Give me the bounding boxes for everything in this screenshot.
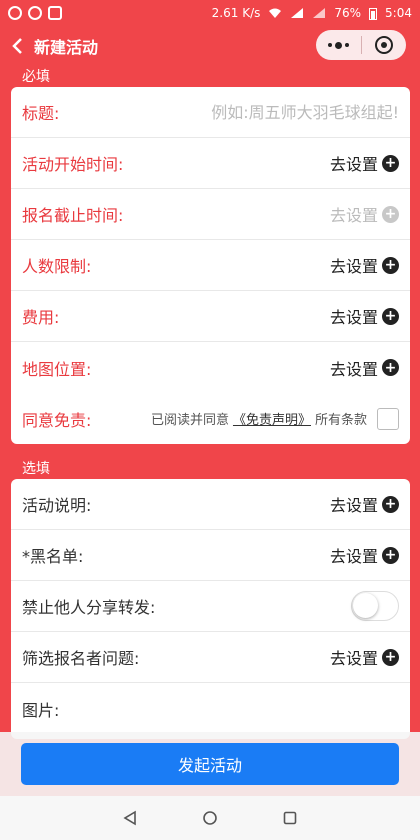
share-row: 禁止他人分享转发: bbox=[11, 581, 410, 632]
title-label: 标题: bbox=[22, 104, 60, 123]
submit-button[interactable]: 发起活动 bbox=[21, 743, 399, 785]
required-row[interactable]: 费用: 去设置 + bbox=[11, 291, 410, 342]
filter-set-button[interactable]: 去设置 + bbox=[330, 645, 399, 669]
set-button[interactable]: 去设置 + bbox=[330, 253, 399, 277]
image-row: 图片: bbox=[11, 683, 410, 734]
recents-square-icon[interactable] bbox=[282, 810, 298, 826]
description-set-button[interactable]: 去设置 + bbox=[330, 492, 399, 516]
plus-circle-icon: + bbox=[382, 256, 399, 274]
signal-icon bbox=[291, 8, 304, 18]
set-button[interactable]: 去设置 + bbox=[330, 151, 399, 175]
signal-icon-2 bbox=[313, 8, 326, 18]
share-toggle[interactable] bbox=[351, 591, 399, 621]
plus-circle-icon: + bbox=[382, 205, 399, 223]
set-action-text: 去设置 bbox=[329, 359, 378, 379]
row-label: 人数限制: bbox=[22, 257, 92, 276]
message-notification-icon bbox=[8, 6, 22, 20]
required-row[interactable]: 人数限制: 去设置 + bbox=[11, 240, 410, 291]
disclaimer-suffix: 所有条款 bbox=[314, 413, 367, 428]
row-label: 地图位置: bbox=[22, 359, 92, 379]
set-action-text: 去设置 bbox=[329, 155, 378, 174]
plus-circle-icon: + bbox=[382, 307, 399, 325]
battery-level: 76% bbox=[334, 6, 362, 20]
disclaimer-label: 同意免责: bbox=[22, 410, 92, 430]
set-button[interactable]: 去设置 + bbox=[330, 202, 399, 226]
set-button[interactable]: 去设置 + bbox=[330, 356, 399, 380]
home-circle-icon[interactable] bbox=[202, 810, 218, 826]
required-row[interactable]: 活动开始时间: 去设置 + bbox=[11, 138, 410, 189]
back-triangle-icon[interactable] bbox=[122, 810, 138, 826]
set-button[interactable]: 去设置 + bbox=[330, 304, 399, 328]
network-speed: 2.61 K/s bbox=[211, 6, 261, 20]
filter-row[interactable]: 筛选报名者问题: 去设置 + bbox=[11, 632, 410, 683]
disclaimer-row: 同意免责: 已阅读并同意 《免责声明》 所有条款 bbox=[11, 393, 410, 444]
filter-label: 筛选报名者问题: bbox=[22, 649, 140, 668]
description-label: 活动说明: bbox=[22, 496, 92, 515]
page-title: 新建活动 bbox=[34, 38, 99, 57]
required-row[interactable]: 报名截止时间: 去设置 + bbox=[11, 189, 410, 240]
set-action-text: 去设置 bbox=[329, 308, 378, 327]
back-button[interactable] bbox=[0, 26, 34, 66]
set-action-text: 去设置 bbox=[329, 257, 378, 276]
plus-circle-icon: + bbox=[382, 546, 399, 564]
plus-circle-icon: + bbox=[382, 359, 399, 376]
row-label: 报名截止时间: bbox=[22, 206, 124, 225]
description-action-text: 去设置 bbox=[329, 496, 378, 515]
required-card: 标题: 活动开始时间:去设置+报名截止时间:去设置+人数限制:去设置+费用:去设… bbox=[11, 87, 410, 444]
title-input[interactable] bbox=[169, 102, 399, 122]
more-button[interactable] bbox=[316, 41, 361, 49]
title-row: 标题: bbox=[11, 87, 410, 138]
row-label: 费用: bbox=[22, 308, 60, 327]
required-section-label: 必填 bbox=[22, 69, 50, 85]
close-button[interactable] bbox=[362, 36, 407, 54]
blacklist-action-text: 去设置 bbox=[329, 547, 378, 566]
set-action-text: 去设置 bbox=[329, 206, 378, 225]
target-icon bbox=[374, 36, 393, 54]
optional-card: 活动说明: 去设置 + *黑名单: 去设置 + 禁止他人分享转发: 筛选报名者问… bbox=[11, 479, 410, 739]
status-bar: 2.61 K/s 76% 5:04 bbox=[0, 0, 420, 26]
clock: 5:04 bbox=[385, 6, 412, 20]
wifi-icon bbox=[269, 8, 282, 18]
image-notification-icon bbox=[48, 6, 62, 20]
share-label: 禁止他人分享转发: bbox=[22, 598, 156, 617]
plus-circle-icon: + bbox=[382, 154, 399, 172]
disclaimer-prefix: 已阅读并同意 bbox=[150, 413, 229, 428]
blacklist-row[interactable]: *黑名单: 去设置 + bbox=[11, 530, 410, 581]
blacklist-set-button[interactable]: 去设置 + bbox=[330, 543, 399, 567]
disclaimer-link[interactable]: 《免责声明》 bbox=[233, 409, 311, 428]
agree-checkbox[interactable] bbox=[377, 407, 399, 430]
nav-bar: 新建活动 bbox=[0, 26, 420, 66]
battery-icon bbox=[369, 7, 378, 20]
required-row[interactable]: 地图位置: 去设置 + bbox=[11, 342, 410, 393]
plus-circle-icon: + bbox=[382, 648, 399, 666]
blacklist-label: *黑名单: bbox=[22, 547, 84, 566]
optional-section-label: 选填 bbox=[22, 461, 50, 477]
row-label: 活动开始时间: bbox=[22, 155, 124, 174]
app-notification-icon bbox=[28, 6, 42, 20]
system-nav-bar bbox=[0, 796, 420, 840]
chevron-left-icon bbox=[12, 38, 22, 54]
image-label: 图片: bbox=[22, 700, 60, 720]
mini-program-capsule bbox=[316, 30, 406, 60]
filter-action-text: 去设置 bbox=[329, 649, 378, 668]
plus-circle-icon: + bbox=[382, 495, 399, 513]
description-row[interactable]: 活动说明: 去设置 + bbox=[11, 479, 410, 530]
